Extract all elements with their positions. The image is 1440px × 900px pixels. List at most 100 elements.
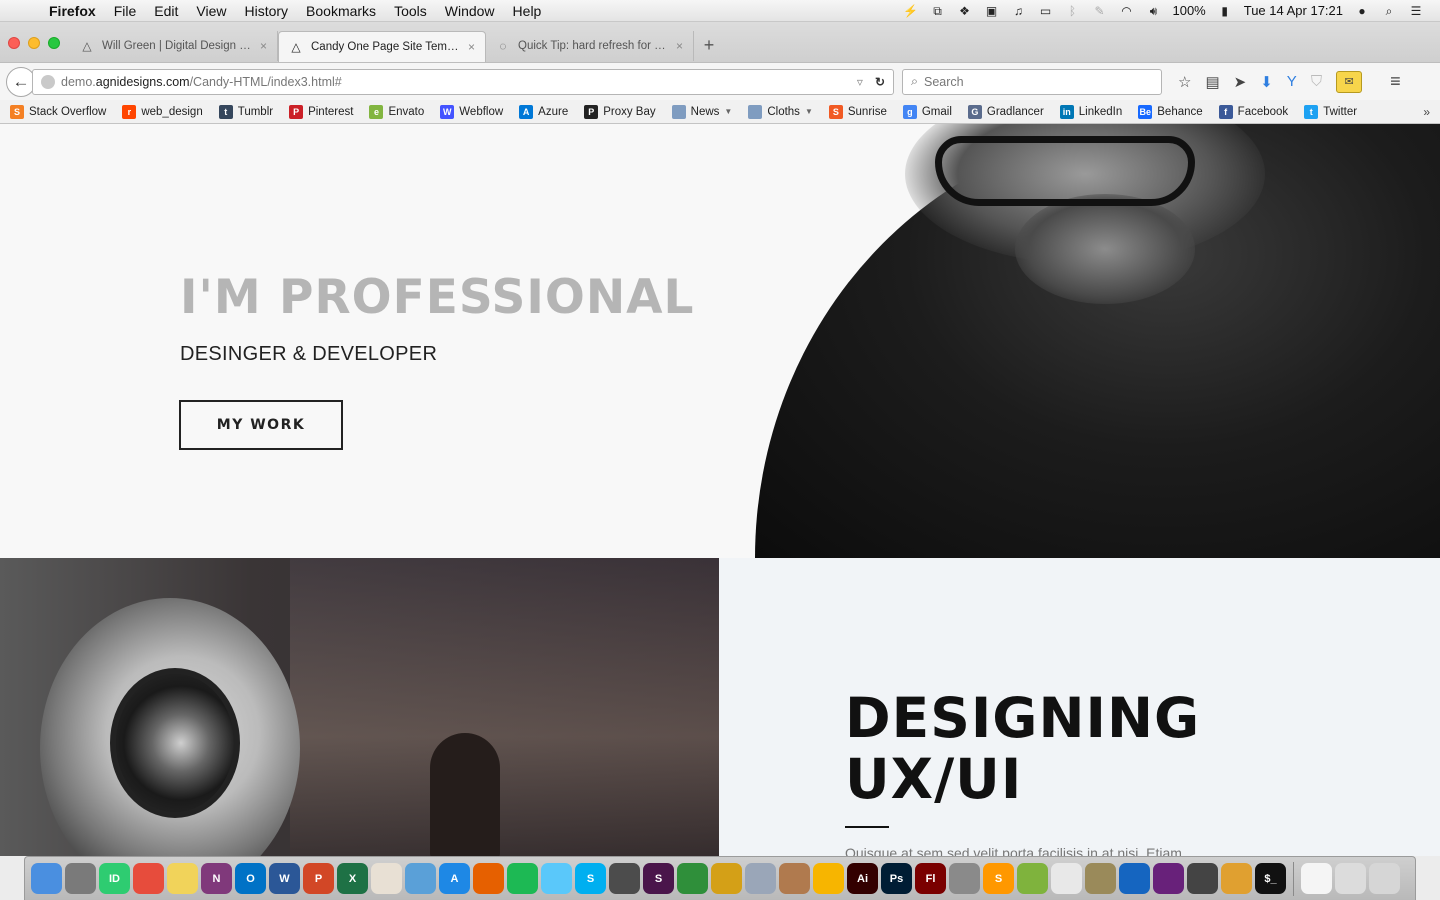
bookmark-webflow[interactable]: W Webflow	[440, 104, 503, 119]
hamburger-menu-icon[interactable]: ≡	[1390, 71, 1401, 92]
sublime-icon[interactable]: S	[983, 863, 1014, 894]
bookmark-proxy-bay[interactable]: P Proxy Bay	[584, 104, 656, 119]
app-store-icon[interactable]: A	[439, 863, 470, 894]
screen-capture-icon[interactable]: ⧉	[929, 4, 945, 18]
stickies-icon[interactable]	[167, 863, 198, 894]
bookmark-linkedin[interactable]: in LinkedIn	[1059, 104, 1122, 119]
menu-bookmarks[interactable]: Bookmarks	[297, 0, 385, 22]
opera-icon[interactable]	[133, 863, 164, 894]
popcorn-icon[interactable]	[371, 863, 402, 894]
my-work-button[interactable]: MY WORK	[179, 400, 343, 450]
menu-view[interactable]: View	[187, 0, 235, 22]
preview-icon[interactable]	[745, 863, 776, 894]
app-menu[interactable]: Firefox	[40, 0, 105, 22]
chrome-canary-icon[interactable]	[711, 863, 742, 894]
outlook-icon[interactable]: O	[235, 863, 266, 894]
bookmark-facebook[interactable]: f Facebook	[1218, 104, 1288, 119]
volume-icon[interactable]: 🔊︎	[1145, 4, 1161, 18]
firefox-icon[interactable]	[473, 863, 504, 894]
browser-tab[interactable]: △ Will Green | Digital Design a... ×	[70, 31, 278, 61]
microsoft-doc-icon[interactable]	[1301, 863, 1332, 894]
bookmark-cloths[interactable]: Cloths ▼	[748, 104, 813, 119]
user-icon[interactable]: ●	[1354, 4, 1370, 18]
menu-window[interactable]: Window	[436, 0, 504, 22]
zoom-window-button[interactable]	[48, 37, 60, 49]
browser-tab[interactable]: ◌ Quick Tip: hard refresh for F... ×	[486, 31, 694, 61]
wifi-icon[interactable]: ◠	[1118, 4, 1134, 18]
robot-icon[interactable]	[1085, 863, 1116, 894]
system-preferences-icon[interactable]	[65, 863, 96, 894]
spotify-icon[interactable]	[507, 863, 538, 894]
reading-list-icon[interactable]: ▤	[1205, 73, 1219, 91]
pocket-icon[interactable]: Y	[1287, 73, 1297, 90]
bookmark-gmail[interactable]: g Gmail	[902, 104, 952, 119]
flash-player-icon[interactable]: ⚡	[902, 4, 918, 18]
bookmark-gradlancer[interactable]: G Gradlancer	[967, 104, 1044, 119]
download-icon[interactable]: ⬇	[1260, 73, 1273, 91]
word-icon[interactable]: W	[269, 863, 300, 894]
prism-icon[interactable]	[1051, 863, 1082, 894]
visual-studio-icon[interactable]	[1153, 863, 1184, 894]
bookmark-azure[interactable]: A Azure	[519, 104, 568, 119]
note-extension-icon[interactable]: ✉	[1336, 70, 1363, 93]
sequel-pro-icon[interactable]	[1187, 863, 1218, 894]
finder-icon[interactable]	[31, 863, 62, 894]
terminal-icon[interactable]: $_	[1255, 863, 1286, 894]
close-tab-icon[interactable]: ×	[260, 39, 267, 53]
shield-icon[interactable]: ⛉	[1311, 73, 1322, 90]
spotlight-search-icon[interactable]: ⌕	[1381, 4, 1397, 18]
powerpoint-icon[interactable]: P	[303, 863, 334, 894]
send-icon[interactable]: ➤	[1234, 73, 1247, 91]
bookmark-star-icon[interactable]: ☆	[1178, 73, 1191, 91]
browser-tab[interactable]: △ Candy One Page Site Temp... ×	[278, 31, 486, 62]
notification-center-icon[interactable]: ☰	[1408, 4, 1424, 18]
battery-icon[interactable]: ▮	[1217, 4, 1233, 18]
sketch-icon[interactable]	[813, 863, 844, 894]
close-tab-icon[interactable]: ×	[676, 39, 683, 53]
excel-icon[interactable]: X	[337, 863, 368, 894]
coda-icon[interactable]	[1017, 863, 1048, 894]
headphones-icon[interactable]: ♫	[1010, 4, 1026, 18]
illustrator-icon[interactable]: Ai	[847, 863, 878, 894]
search-field[interactable]: ⌕ Search	[902, 68, 1162, 95]
database-icon[interactable]	[1221, 863, 1252, 894]
photoshop-icon[interactable]: Ps	[881, 863, 912, 894]
close-window-button[interactable]	[8, 37, 20, 49]
bookmark-web-design[interactable]: r web_design	[122, 104, 203, 119]
flash-icon[interactable]: Fl	[915, 863, 946, 894]
display-icon[interactable]: ▭	[1037, 4, 1053, 18]
bookmark-stack-overflow[interactable]: S Stack Overflow	[10, 104, 106, 119]
drop-icon[interactable]	[405, 863, 436, 894]
trash-icon[interactable]	[1369, 863, 1400, 894]
remote-desktop-icon[interactable]	[1119, 863, 1150, 894]
bookmark-behance[interactable]: Be Behance	[1138, 104, 1203, 119]
onenote-icon[interactable]: N	[201, 863, 232, 894]
bookmark-envato[interactable]: e Envato	[369, 104, 424, 119]
scrivener-icon[interactable]	[609, 863, 640, 894]
menu-help[interactable]: Help	[504, 0, 551, 22]
new-tab-button[interactable]: +	[694, 35, 724, 56]
dropbox-icon[interactable]: ❖	[956, 4, 972, 18]
pen-icon[interactable]: ✎	[1091, 4, 1107, 18]
minimize-window-button[interactable]	[28, 37, 40, 49]
downloads-icon[interactable]	[1335, 863, 1366, 894]
bookmark-sunrise[interactable]: S Sunrise	[828, 104, 887, 119]
bookmark-twitter[interactable]: t Twitter	[1304, 104, 1357, 119]
intellij-icon[interactable]: ID	[99, 863, 130, 894]
bluetooth-icon[interactable]: ᛒ	[1064, 4, 1080, 18]
bookmark-tumblr[interactable]: t Tumblr	[218, 104, 273, 119]
history-dropdown-icon[interactable]: ▿	[857, 75, 863, 89]
scanner-icon[interactable]	[949, 863, 980, 894]
menu-edit[interactable]: Edit	[145, 0, 187, 22]
clipboard-icon[interactable]: ▣	[983, 4, 999, 18]
menu-tools[interactable]: Tools	[385, 0, 436, 22]
bookmark-pinterest[interactable]: P Pinterest	[289, 104, 353, 119]
menu-file[interactable]: File	[105, 0, 146, 22]
clock[interactable]: Tue 14 Apr 17:21	[1244, 3, 1343, 18]
more-bookmarks-icon[interactable]: »	[1423, 105, 1430, 119]
url-bar[interactable]: demo. agnidesigns.com/Candy-HTML/index3.h…	[32, 68, 894, 95]
close-tab-icon[interactable]: ×	[468, 40, 475, 54]
slack-icon[interactable]: S	[643, 863, 674, 894]
reload-icon[interactable]: ↻	[875, 75, 885, 89]
codekit-icon[interactable]	[677, 863, 708, 894]
